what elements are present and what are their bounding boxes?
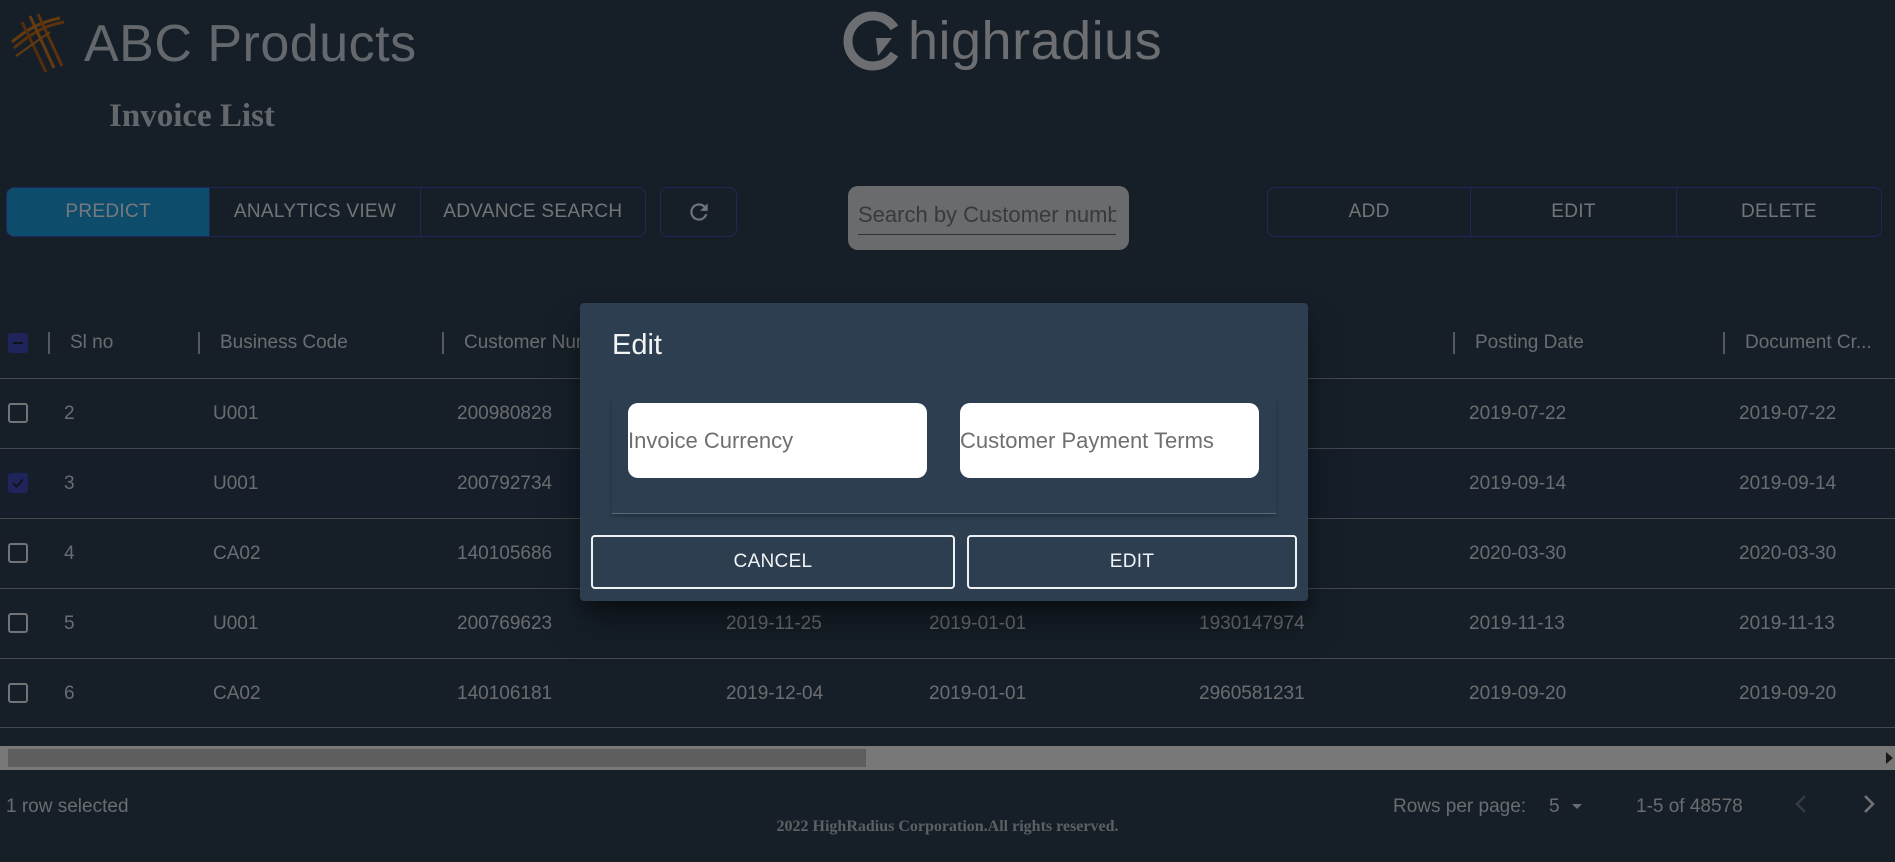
customer-payment-terms-field-wrapper (960, 403, 1259, 478)
customer-payment-terms-input[interactable] (960, 403, 1259, 478)
edit-dialog: Edit CANCEL EDIT (580, 303, 1308, 601)
dialog-content (612, 399, 1276, 514)
page: ABC Products highradius Invoice List PRE… (0, 0, 1895, 862)
invoice-currency-input[interactable] (628, 403, 927, 478)
invoice-currency-field-wrapper (628, 403, 927, 478)
cancel-button[interactable]: CANCEL (591, 535, 955, 589)
confirm-edit-button[interactable]: EDIT (967, 535, 1297, 589)
dialog-title: Edit (612, 329, 662, 361)
